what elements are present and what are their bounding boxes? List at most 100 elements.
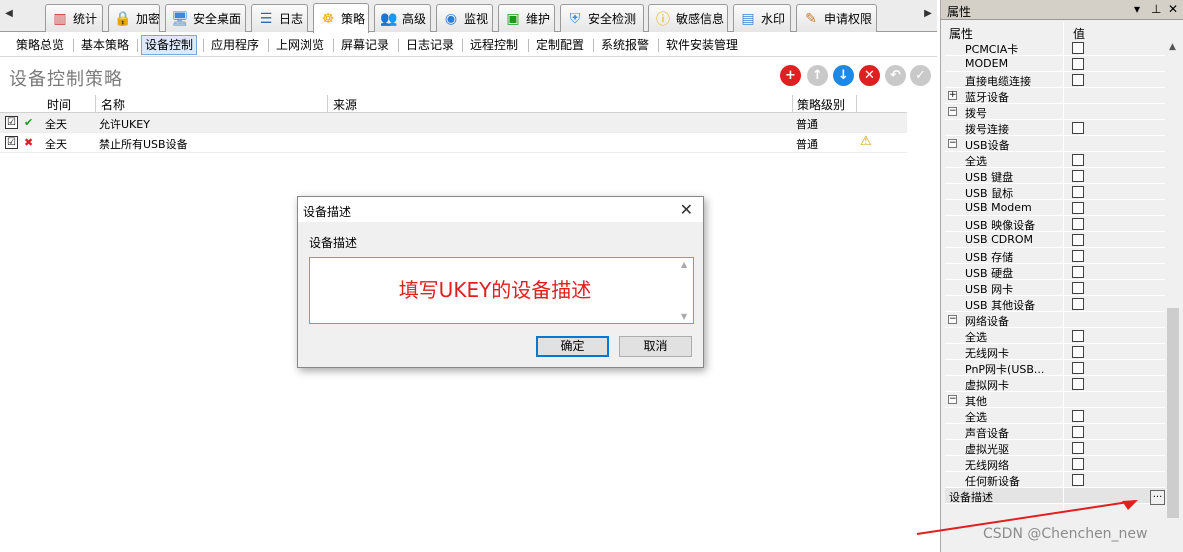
property-checkbox[interactable] [1072, 154, 1084, 166]
property-checkbox[interactable] [1072, 170, 1084, 182]
property-group-row[interactable]: − USB设备 [945, 136, 1167, 152]
property-checkbox[interactable] [1072, 346, 1084, 358]
property-row[interactable]: USB Modem [945, 200, 1167, 216]
close-icon[interactable]: ✕ [680, 200, 693, 219]
property-row[interactable]: 拨号连接 [945, 120, 1167, 136]
dialog-titlebar[interactable]: 设备描述 ✕ [298, 197, 703, 222]
column-header-time[interactable]: 时间 [47, 96, 71, 113]
property-row[interactable]: USB 其他设备 [945, 296, 1167, 312]
property-checkbox[interactable] [1072, 186, 1084, 198]
subnav-item[interactable]: 定制配置 [532, 35, 588, 55]
property-row[interactable]: 直接电缆连接 [945, 72, 1167, 88]
property-checkbox[interactable] [1072, 458, 1084, 470]
property-row[interactable]: PCMCIA卡 [945, 40, 1167, 56]
property-row[interactable]: 无线网卡 [945, 344, 1167, 360]
tab-lock[interactable]: 🔒 加密 [108, 4, 160, 32]
property-checkbox[interactable] [1072, 202, 1084, 214]
property-row[interactable]: 无线网络 [945, 456, 1167, 472]
column-header-name[interactable]: 名称 [101, 96, 125, 113]
tab-policy[interactable]: ☸ 策略 [313, 3, 369, 33]
collapse-icon[interactable]: − [948, 107, 957, 116]
property-group-row[interactable]: − 网络设备 [945, 312, 1167, 328]
property-row[interactable]: 全选 [945, 328, 1167, 344]
property-row[interactable]: USB 网卡 [945, 280, 1167, 296]
tab-users[interactable]: 👥 高级 [374, 4, 431, 32]
property-row[interactable]: USB 鼠标 [945, 184, 1167, 200]
description-textarea[interactable]: 填写UKEY的设备描述 ▲ ▼ [309, 257, 694, 324]
property-checkbox[interactable] [1072, 362, 1084, 374]
tab-maintenance[interactable]: ▣ 维护 [498, 4, 555, 32]
property-checkbox[interactable] [1072, 298, 1084, 310]
tab-desktop[interactable]: 🖥 安全桌面 [165, 4, 246, 32]
property-row[interactable]: MODEM [945, 56, 1167, 72]
property-row[interactable]: 任何新设备 [945, 472, 1167, 488]
property-row[interactable]: 全选 [945, 408, 1167, 424]
property-row[interactable]: 全选 [945, 152, 1167, 168]
property-checkbox[interactable] [1072, 250, 1084, 262]
subnav-item[interactable]: 上网浏览 [272, 35, 328, 55]
property-checkbox[interactable] [1072, 218, 1084, 230]
subnav-item[interactable]: 系统报警 [597, 35, 653, 55]
tab-watermark[interactable]: ▤ 水印 [733, 4, 791, 32]
property-checkbox[interactable] [1072, 234, 1084, 246]
property-checkbox[interactable] [1072, 282, 1084, 294]
property-row[interactable]: USB CDROM [945, 232, 1167, 248]
tab-monitor[interactable]: ◉ 监视 [436, 4, 493, 32]
browse-button[interactable]: ... [1150, 490, 1165, 505]
property-row[interactable]: 声音设备 [945, 424, 1167, 440]
property-row[interactable]: 虚拟光驱 [945, 440, 1167, 456]
collapse-icon[interactable]: − [948, 139, 957, 148]
property-checkbox[interactable] [1072, 426, 1084, 438]
table-row[interactable]: ☑ ✖ 全天 禁止所有USB设备 普通 ⚠ [0, 133, 907, 153]
column-header-level[interactable]: 策略级别 [797, 96, 845, 113]
subnav-item[interactable]: 日志记录 [402, 35, 458, 55]
collapse-icon[interactable]: − [948, 315, 957, 324]
expand-icon[interactable]: + [948, 91, 957, 100]
apply-icon[interactable]: ✓ [910, 65, 931, 86]
delete-icon[interactable]: ✕ [859, 65, 880, 86]
column-header-source[interactable]: 来源 [333, 96, 357, 113]
property-checkbox[interactable] [1072, 410, 1084, 422]
subnav-item[interactable]: 远程控制 [466, 35, 522, 55]
property-group-row[interactable]: + 蓝牙设备 [945, 88, 1167, 104]
textarea-scrollbar[interactable]: ▲ ▼ [678, 258, 693, 323]
property-checkbox[interactable] [1072, 74, 1084, 86]
subnav-item[interactable]: 设备控制 [141, 35, 198, 55]
row-checkbox[interactable]: ☑ [5, 136, 18, 149]
property-row[interactable]: USB 映像设备 [945, 216, 1167, 232]
tab-request[interactable]: ✎ 申请权限 [796, 4, 877, 32]
pin-icon[interactable]: ⊥ [1151, 2, 1161, 16]
property-checkbox[interactable] [1072, 122, 1084, 134]
property-group-row[interactable]: − 其他 [945, 392, 1167, 408]
property-row[interactable]: USB 键盘 [945, 168, 1167, 184]
tab-security-check[interactable]: ⛨ 安全检测 [560, 4, 644, 32]
tab-sensitive[interactable]: ⓘ 敏感信息 [648, 4, 728, 32]
property-checkbox[interactable] [1072, 266, 1084, 278]
tab-scroll-left-icon[interactable]: ◀ [2, 8, 16, 19]
property-checkbox[interactable] [1072, 474, 1084, 486]
row-checkbox[interactable]: ☑ [5, 116, 18, 129]
subnav-item[interactable]: 策略总览 [12, 35, 68, 55]
subnav-item[interactable]: 屏幕记录 [337, 35, 393, 55]
subnav-item[interactable]: 软件安装管理 [662, 35, 742, 55]
property-row[interactable]: USB 存储 [945, 248, 1167, 264]
panel-scroll-thumb[interactable] [1167, 308, 1179, 518]
property-row[interactable]: 虚拟网卡 [945, 376, 1167, 392]
move-up-icon[interactable]: ↑ [807, 65, 828, 86]
tab-log[interactable]: ☰ 日志 [251, 4, 308, 32]
add-icon[interactable]: + [780, 65, 801, 86]
close-icon[interactable]: ✕ [1168, 2, 1178, 16]
property-row[interactable]: PnP网卡(USB... [945, 360, 1167, 376]
property-checkbox[interactable] [1072, 58, 1084, 70]
tab-stats[interactable]: ▥ 统计 [45, 4, 103, 32]
scroll-up-icon[interactable]: ▲ [1169, 42, 1176, 52]
property-checkbox[interactable] [1072, 378, 1084, 390]
undo-icon[interactable]: ↶ [885, 65, 906, 86]
subnav-item[interactable]: 基本策略 [77, 35, 133, 55]
subnav-item[interactable]: 应用程序 [207, 35, 263, 55]
property-row[interactable]: USB 硬盘 [945, 264, 1167, 280]
move-down-icon[interactable]: ↓ [833, 65, 854, 86]
property-checkbox[interactable] [1072, 330, 1084, 342]
collapse-icon[interactable]: − [948, 395, 957, 404]
dropdown-icon[interactable]: ▾ [1134, 2, 1140, 16]
